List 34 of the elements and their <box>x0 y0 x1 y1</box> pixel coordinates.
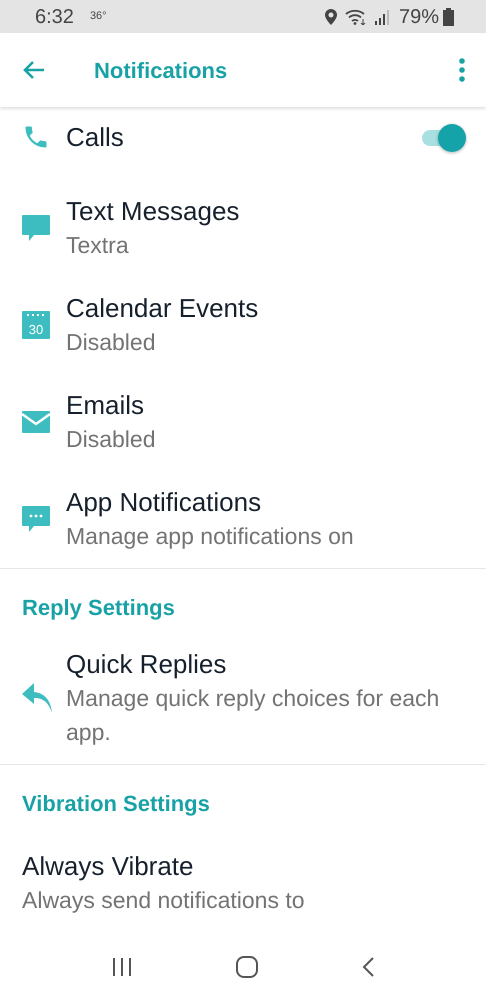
back-nav-button[interactable] <box>361 956 375 978</box>
setting-title[interactable]: Always Vibrate <box>22 849 470 883</box>
status-time: 6:32 <box>35 4 74 30</box>
reply-icon <box>22 683 54 713</box>
chat-bubble-icon <box>22 506 50 532</box>
setting-title[interactable]: Text Messages <box>66 194 240 228</box>
setting-title[interactable]: Emails <box>66 388 156 422</box>
battery-icon <box>443 8 454 26</box>
setting-description: Disabled <box>66 328 156 357</box>
setting-description: Always send notifications to <box>22 886 306 915</box>
setting-description: Manage app notifications on <box>66 522 354 551</box>
setting-title[interactable]: Quick Replies <box>66 647 456 681</box>
setting-description: Disabled <box>66 425 156 454</box>
setting-description: Textra <box>66 231 130 260</box>
setting-description: Manage quick reply choices for each app. <box>66 684 440 747</box>
home-button[interactable] <box>235 955 259 979</box>
wifi-icon <box>344 8 367 24</box>
more-options-button[interactable] <box>458 58 466 82</box>
section-heading: Reply Settings <box>21 594 176 622</box>
signal-icon <box>374 8 391 24</box>
back-button[interactable] <box>22 60 46 80</box>
setting-title[interactable]: Calendar Events <box>66 291 258 325</box>
temperature-text: 36° <box>90 9 107 24</box>
calendar-icon: 30 <box>22 311 50 339</box>
chat-bubble-icon <box>22 214 50 242</box>
envelope-icon <box>22 411 50 433</box>
location-icon <box>324 8 337 24</box>
screen-title: Notifications <box>94 56 228 84</box>
section-heading: Vibration Settings <box>21 790 211 818</box>
setting-title[interactable]: App Notifications <box>66 485 354 519</box>
toggle-switch[interactable] <box>422 122 466 152</box>
battery-percent: 79% <box>398 4 439 30</box>
setting-title[interactable]: Calls <box>66 120 124 154</box>
recent-apps-button[interactable] <box>111 956 133 978</box>
